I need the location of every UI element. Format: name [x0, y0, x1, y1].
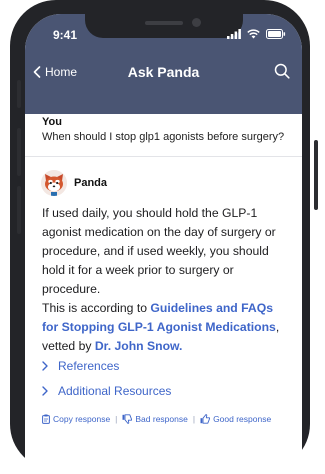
status-icons [227, 29, 286, 39]
camera-dot [192, 18, 201, 27]
separator: | [115, 414, 118, 424]
bad-response-label: Bad response [135, 414, 188, 424]
notch [85, 14, 243, 38]
chevron-right-icon [42, 386, 48, 396]
copy-response-button[interactable]: Copy response [42, 414, 110, 424]
signal-icon [227, 29, 241, 39]
volume-down-button [17, 186, 21, 234]
status-time: 9:41 [53, 28, 78, 42]
header-bar: 9:41 Home Ask Panda [25, 14, 302, 114]
separator: | [192, 414, 196, 424]
additional-resources-expander[interactable]: Additional Resources [42, 384, 171, 398]
page-title: Ask Panda [127, 64, 200, 80]
good-response-button[interactable]: Good response [200, 414, 271, 424]
references-label: References [58, 359, 120, 373]
nav-bar: Home Ask Panda [25, 58, 302, 88]
vetter-link[interactable]: Dr. John Snow. [95, 339, 183, 353]
answer-author: Panda [74, 177, 108, 189]
search-button[interactable] [274, 63, 290, 84]
answer-text: If used daily, you should hold the GLP-1… [42, 206, 276, 296]
mute-switch [17, 80, 21, 108]
clipboard-icon [42, 414, 50, 424]
question-author: You [42, 116, 62, 128]
thumbs-up-icon [200, 414, 211, 424]
additional-resources-label: Additional Resources [58, 384, 172, 398]
citation-text: This is according to Guidelines and FAQs… [42, 299, 292, 356]
bad-response-button[interactable]: Bad response [122, 414, 188, 424]
divider [25, 156, 302, 157]
volume-up-button [17, 128, 21, 176]
speaker-grille [145, 21, 183, 25]
power-button [314, 140, 318, 210]
thumbs-down-icon [122, 414, 133, 424]
question-text: When should I stop glp1 agonists before … [42, 131, 285, 143]
feedback-bar: Copy response | Bad response | Good resp… [42, 414, 271, 424]
citation-prefix: This is according to [42, 301, 151, 315]
search-icon [274, 63, 290, 79]
references-expander[interactable]: References [42, 359, 119, 373]
copy-response-label: Copy response [53, 414, 111, 424]
chevron-right-icon [42, 361, 48, 371]
good-response-label: Good response [213, 414, 272, 424]
red-panda-icon [41, 170, 67, 196]
battery-icon [266, 29, 286, 39]
app-screen: 9:41 Home Ask Panda You When should I st… [25, 14, 302, 474]
panda-avatar [41, 170, 67, 196]
wifi-icon [247, 29, 260, 39]
